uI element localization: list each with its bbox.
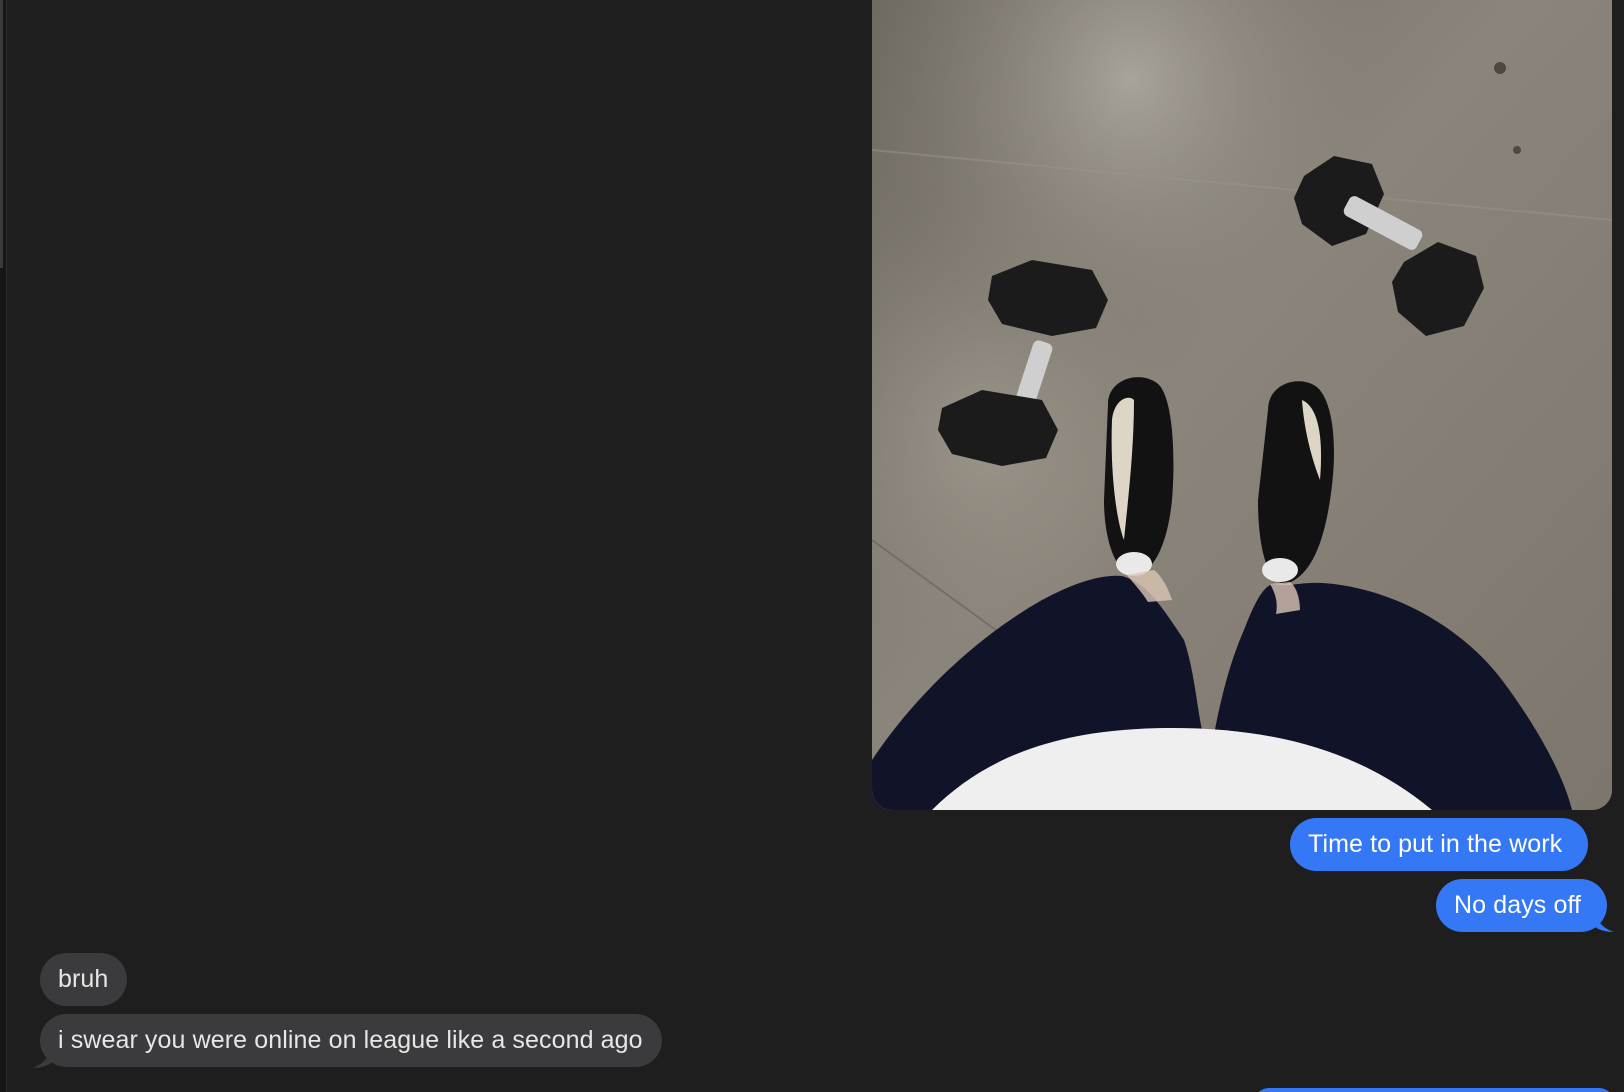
message-text: i swear you were online on league like a… xyxy=(58,1026,643,1054)
message-text: bruh xyxy=(58,965,109,993)
sent-bubble-tail xyxy=(1594,910,1614,932)
received-message-bubble[interactable]: bruh xyxy=(40,953,128,1006)
photo-attachment[interactable] xyxy=(872,0,1612,810)
message-text: Time to put in the work xyxy=(1308,830,1563,858)
sent-message-bubble[interactable]: No days off xyxy=(1436,879,1608,932)
message-text: No days off xyxy=(1454,891,1582,919)
received-message-bubble[interactable]: i swear you were online on league like a… xyxy=(40,1014,662,1067)
sent-message-bubble[interactable]: Time to put in the work xyxy=(1290,818,1589,871)
partial-sent-message-bubble[interactable] xyxy=(1254,1088,1614,1092)
received-bubble-tail xyxy=(32,1046,52,1068)
window-left-edge xyxy=(0,0,7,1092)
photo-image xyxy=(872,0,1612,810)
sidebar-scroll-indicator xyxy=(0,0,3,268)
